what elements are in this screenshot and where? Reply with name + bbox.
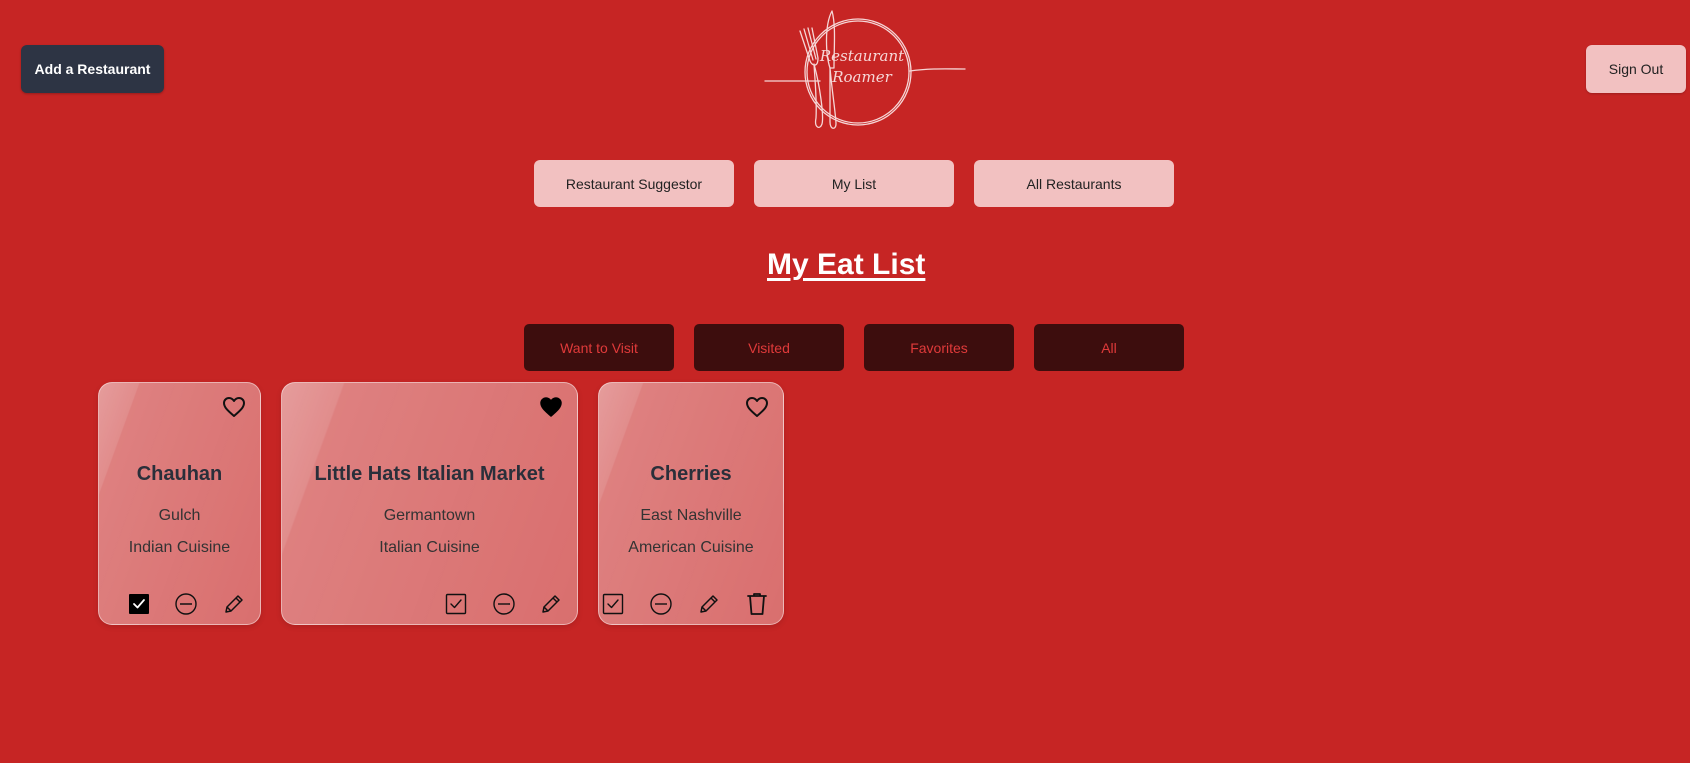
filter-want-to-visit[interactable]: Want to Visit: [524, 324, 674, 371]
add-restaurant-button[interactable]: Add a Restaurant: [21, 45, 164, 93]
restaurant-card: Chauhan Gulch Indian Cuisine: [98, 382, 261, 625]
checkbox-icon[interactable]: [601, 592, 625, 616]
filter-all[interactable]: All: [1034, 324, 1184, 371]
logo-graphic: Restaurant Roamer: [764, 10, 966, 129]
restaurant-cuisine: American Cuisine: [628, 539, 754, 556]
restaurant-roamer-logo[interactable]: Restaurant Roamer: [760, 6, 970, 132]
logo-text-line2: Roamer: [831, 68, 892, 86]
page-title-wrap: My Eat List: [767, 248, 925, 282]
filter-visited[interactable]: Visited: [694, 324, 844, 371]
restaurant-card: Cherries East Nashville American Cuisine: [598, 382, 784, 625]
minus-circle-icon[interactable]: [492, 592, 516, 616]
restaurant-area: Gulch: [158, 507, 201, 524]
page-title: My Eat List: [767, 248, 926, 281]
restaurant-area: Germantown: [383, 507, 476, 524]
checkbox-icon[interactable]: [444, 592, 468, 616]
heart-filled-icon[interactable]: [539, 395, 563, 419]
pencil-icon[interactable]: [539, 592, 563, 616]
page: Add a Restaurant Restaurant Roamer Sign …: [0, 0, 1690, 763]
restaurant-area: East Nashville: [640, 507, 742, 524]
restaurant-card: Little Hats Italian Market Germantown It…: [281, 382, 578, 625]
trash-icon[interactable]: [745, 592, 769, 616]
sign-out-button[interactable]: Sign Out: [1586, 45, 1686, 93]
restaurant-cuisine: Indian Cuisine: [128, 539, 231, 556]
restaurant-cuisine: Italian Cuisine: [379, 539, 480, 556]
logo-text-line1: Restaurant: [819, 47, 905, 65]
pencil-icon[interactable]: [697, 592, 721, 616]
nav-my-list[interactable]: My List: [754, 160, 954, 207]
filter-favorites[interactable]: Favorites: [864, 324, 1014, 371]
filter-bar: Want to Visit Visited Favorites All: [524, 324, 1184, 371]
minus-circle-icon[interactable]: [649, 592, 673, 616]
heart-outline-icon[interactable]: [222, 395, 246, 419]
main-nav: Restaurant Suggestor My List All Restaur…: [534, 160, 1174, 207]
nav-restaurant-suggestor[interactable]: Restaurant Suggestor: [534, 160, 734, 207]
checkbox-checked-icon[interactable]: [127, 592, 151, 616]
restaurant-name: Little Hats Italian Market: [314, 463, 545, 485]
minus-circle-icon[interactable]: [174, 592, 198, 616]
restaurant-name: Cherries: [650, 463, 732, 485]
restaurant-name: Chauhan: [136, 463, 223, 485]
nav-all-restaurants[interactable]: All Restaurants: [974, 160, 1174, 207]
pencil-icon[interactable]: [222, 592, 246, 616]
heart-outline-icon[interactable]: [745, 395, 769, 419]
